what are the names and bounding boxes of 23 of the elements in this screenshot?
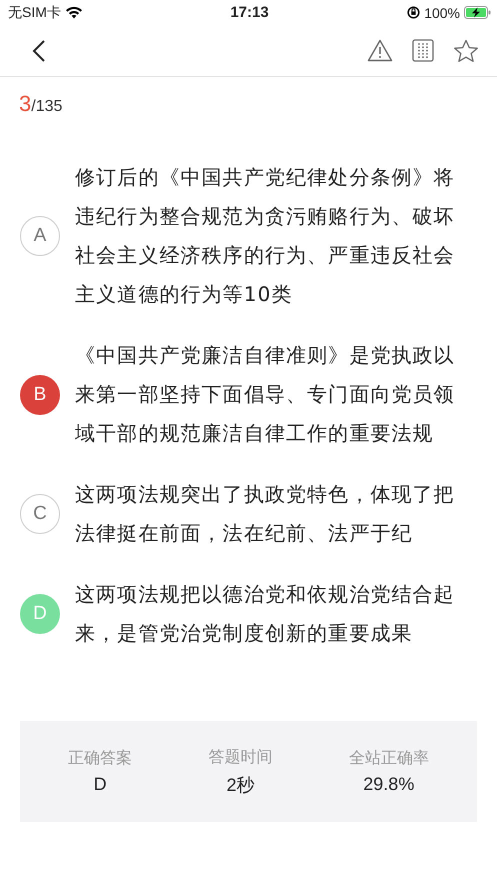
- battery-charging-icon: [464, 6, 491, 19]
- stat-label: 正确答案: [68, 748, 132, 769]
- option-text[interactable]: 修订后的《中国共产党纪律处分条例》将违纪行为整合规范为贪污贿赂行为、破坏社会主义经济秩序的行为、严重违反社会主义道德的行为等10类: [75, 158, 460, 314]
- carrier-label: 无SIM卡: [8, 4, 61, 22]
- battery-percent: 100%: [424, 4, 460, 20]
- rotation-lock-icon: [407, 6, 420, 19]
- wifi-icon: [64, 6, 83, 19]
- stat-value: 2秒: [226, 774, 254, 796]
- option-letter[interactable]: A: [20, 216, 60, 256]
- option-text[interactable]: 这两项法规把以德治党和依规治党结合起来，是管党治党制度创新的重要成果: [75, 575, 460, 653]
- option-text[interactable]: 《中国共产党廉洁自律准则》是党执政以来第一部坚持下面倡导、专门面向党员领域干部的规范廉洁自律工作的重要法规: [75, 336, 460, 453]
- option-letter[interactable]: B: [20, 374, 60, 414]
- stat-value: D: [94, 774, 107, 795]
- clock-time: 17:13: [230, 4, 269, 21]
- option-letter[interactable]: C: [20, 494, 60, 534]
- question-total: /135: [31, 98, 62, 115]
- grid-button[interactable]: [410, 37, 436, 64]
- stat-value: 29.8%: [363, 774, 414, 795]
- option-text[interactable]: 这两项法规突出了执政党特色，体现了把法律挺在前面，法在纪前、法严于纪: [75, 475, 460, 553]
- stat-label: 答题时间: [208, 746, 272, 768]
- warning-button[interactable]: [365, 37, 395, 64]
- stat-label: 全站正确率: [348, 748, 429, 769]
- current-question-number: 3: [19, 91, 32, 116]
